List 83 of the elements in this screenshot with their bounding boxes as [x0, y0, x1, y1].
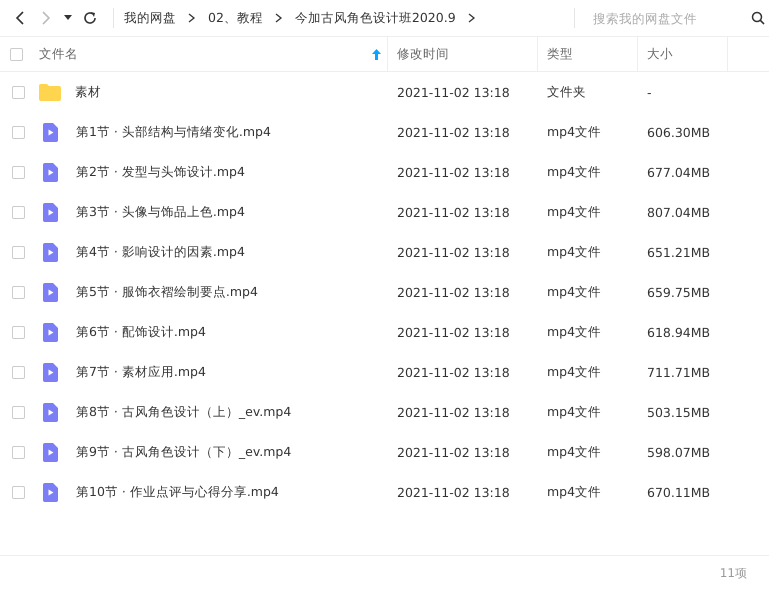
file-type: mp4文件	[546, 364, 602, 380]
file-size: 677.04MB	[646, 164, 712, 180]
file-size: 711.71MB	[646, 364, 712, 380]
search-icon[interactable]	[751, 11, 765, 25]
breadcrumb-link[interactable]: 我的网盘	[124, 10, 176, 26]
row-checkbox[interactable]	[12, 406, 25, 418]
folder-icon	[39, 84, 61, 100]
breadcrumb-link[interactable]: 02、教程	[208, 10, 263, 26]
file-size: 606.30MB	[646, 124, 712, 140]
file-name[interactable]: 第7节 · 素材应用.mp4	[76, 364, 206, 380]
row-checkbox[interactable]	[12, 486, 25, 498]
file-size: 598.07MB	[646, 444, 712, 460]
file-name[interactable]: 第2节 · 发型与头饰设计.mp4	[76, 164, 245, 180]
file-size: 659.75MB	[646, 284, 712, 300]
modified-time: 2021-11-02 13:18	[396, 284, 511, 300]
row-checkbox[interactable]	[12, 366, 25, 378]
chevron-icon	[274, 13, 283, 23]
file-size: 618.94MB	[646, 324, 712, 340]
file-type: mp4文件	[546, 244, 602, 260]
modified-time: 2021-11-02 13:18	[396, 324, 511, 340]
file-type: mp4文件	[546, 444, 602, 460]
file-size: 503.15MB	[646, 404, 712, 420]
file-size: 651.21MB	[646, 244, 712, 260]
row-checkbox[interactable]	[12, 286, 25, 298]
video-file-icon	[43, 482, 58, 502]
modified-time: 2021-11-02 13:18	[396, 164, 511, 180]
modified-time: 2021-11-02 13:18	[396, 404, 511, 420]
row-checkbox[interactable]	[12, 206, 25, 218]
video-file-icon	[43, 442, 58, 462]
select-all-checkbox[interactable]	[10, 48, 23, 60]
forward-icon[interactable]	[41, 11, 51, 25]
column-header[interactable]: 文件名	[39, 46, 356, 62]
modified-time: 2021-11-02 13:18	[396, 444, 511, 460]
modified-time: 2021-11-02 13:18	[396, 364, 511, 380]
row-checkbox[interactable]	[12, 446, 25, 458]
file-name[interactable]: 第1节 · 头部结构与情绪变化.mp4	[76, 124, 271, 140]
file-name[interactable]: 第4节 · 影响设计的因素.mp4	[76, 244, 245, 260]
refresh-icon[interactable]	[83, 11, 97, 25]
file-name[interactable]: 第5节 · 服饰衣褶绘制要点.mp4	[76, 284, 258, 300]
dropdown-caret-icon[interactable]	[64, 15, 72, 21]
modified-time: 2021-11-02 13:18	[396, 124, 511, 140]
breadcrumb-link[interactable]: 今加古风角色设计班2020.9	[294, 10, 456, 26]
video-file-icon	[43, 322, 58, 342]
row-checkbox[interactable]	[12, 166, 25, 178]
file-type: mp4文件	[546, 404, 602, 420]
modified-time: 2021-11-02 13:18	[396, 84, 511, 100]
file-type: mp4文件	[546, 124, 602, 140]
file-size: -	[646, 84, 653, 100]
modified-time: 2021-11-02 13:18	[396, 244, 511, 260]
video-file-icon	[43, 202, 58, 222]
back-icon[interactable]	[15, 11, 25, 25]
row-checkbox[interactable]	[12, 326, 25, 338]
file-name[interactable]: 第10节 · 作业点评与心得分享.mp4	[76, 484, 279, 500]
row-checkbox[interactable]	[12, 246, 25, 258]
file-name[interactable]: 第6节 · 配饰设计.mp4	[76, 324, 206, 340]
column-header[interactable]: 修改时间	[397, 46, 537, 62]
file-size: 807.04MB	[646, 204, 712, 220]
file-name[interactable]: 第8节 · 古风角色设计（上）_ev.mp4	[76, 404, 292, 420]
file-name[interactable]: 第9节 · 古风角色设计（下）_ev.mp4	[76, 444, 292, 460]
modified-time: 2021-11-02 13:18	[396, 204, 511, 220]
file-type: mp4文件	[546, 204, 602, 220]
modified-time: 2021-11-02 13:18	[396, 484, 511, 500]
video-file-icon	[43, 282, 58, 302]
file-size: 670.11MB	[646, 484, 712, 500]
video-file-icon	[43, 362, 58, 382]
video-file-icon	[43, 162, 58, 182]
file-type: 文件夹	[546, 84, 587, 100]
column-header[interactable]: 大小	[647, 46, 727, 62]
file-type: mp4文件	[546, 284, 602, 300]
file-name[interactable]: 第3节 · 头像与饰品上色.mp4	[76, 204, 245, 220]
row-checkbox[interactable]	[12, 86, 25, 98]
chevron-icon	[188, 13, 196, 23]
chevron-icon	[468, 13, 476, 23]
row-checkbox[interactable]	[12, 126, 25, 138]
file-type: mp4文件	[546, 484, 602, 500]
column-header[interactable]: 类型	[547, 46, 637, 62]
video-file-icon	[43, 242, 58, 262]
item-count: 11项	[720, 565, 747, 582]
file-name[interactable]: 素材	[75, 84, 101, 100]
file-type: mp4文件	[546, 324, 602, 340]
file-type: mp4文件	[546, 164, 602, 180]
video-file-icon	[43, 402, 58, 422]
video-file-icon	[43, 122, 58, 142]
